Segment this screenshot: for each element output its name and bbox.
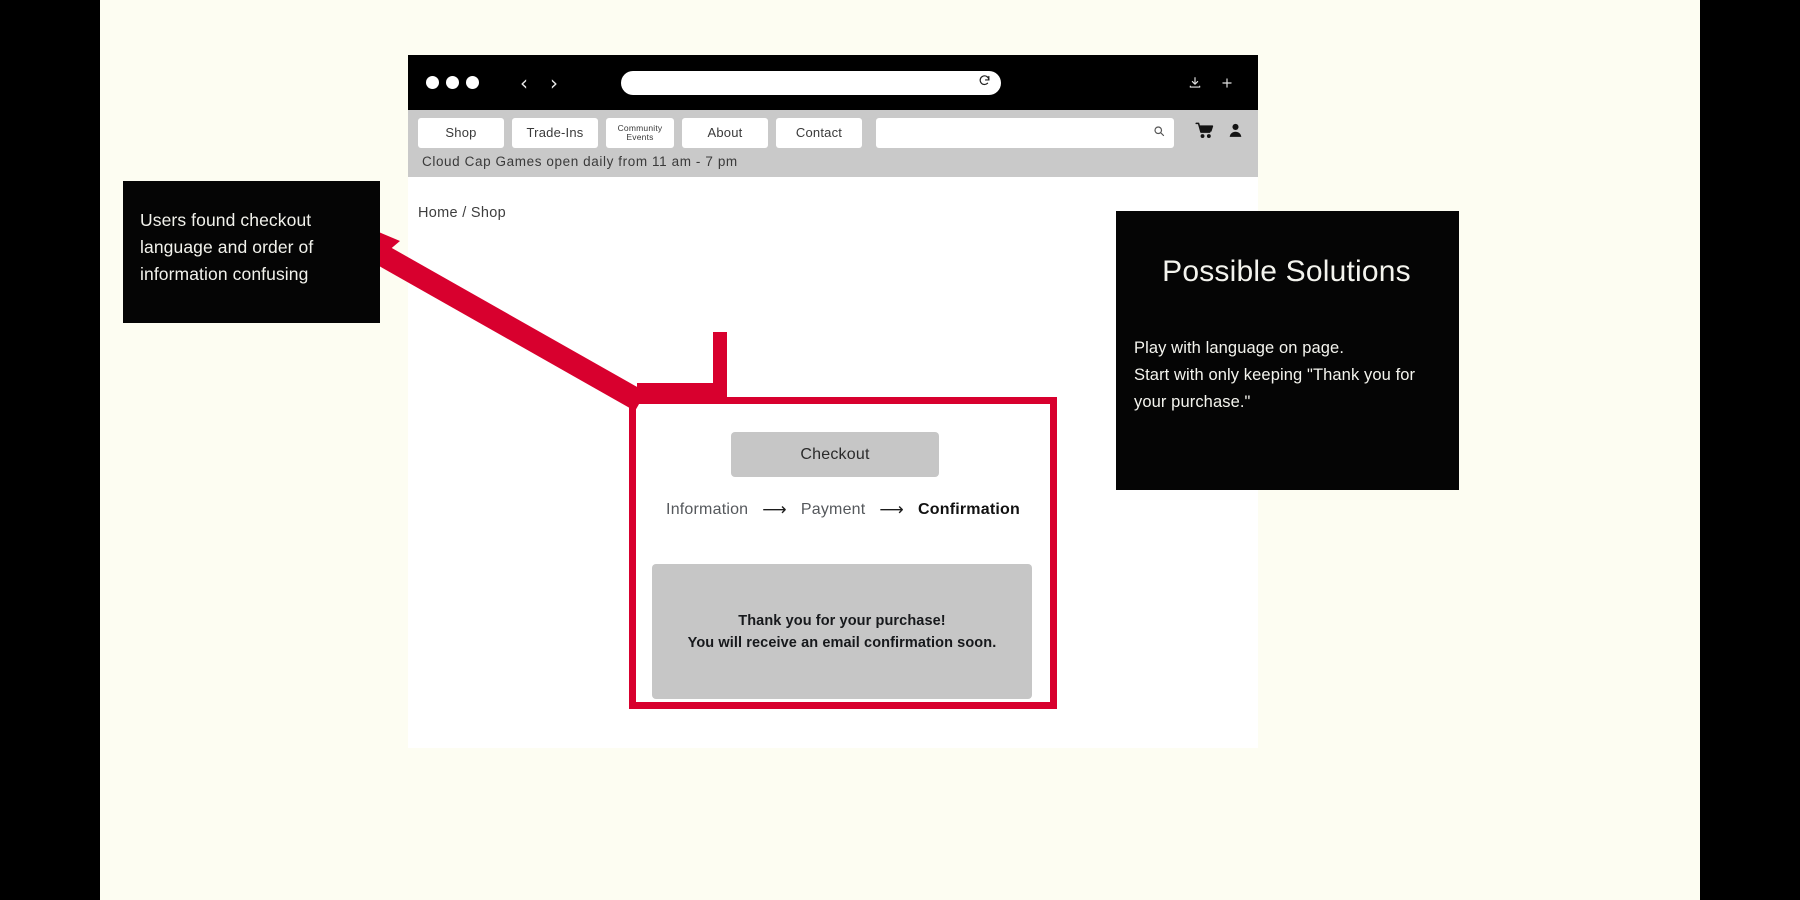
chrome-actions (1188, 75, 1240, 91)
nav-item-trade-ins[interactable]: Trade-Ins (512, 118, 598, 148)
insight-callout: Users found checkout language and order … (123, 181, 380, 323)
store-hours-banner: Cloud Cap Games open daily from 11 am - … (422, 154, 738, 169)
browser-chrome: ‹ › (408, 55, 1258, 110)
step-arrow-icon-2: ⟶ (879, 500, 904, 520)
window-controls[interactable] (426, 76, 479, 89)
window-dot-maximize[interactable] (466, 76, 479, 89)
cart-icon[interactable] (1194, 121, 1215, 145)
checkout-highlight-box: Checkout Information ⟶ Payment ⟶ Confirm… (629, 397, 1057, 709)
address-bar[interactable] (621, 70, 1001, 95)
checkout-button[interactable]: Checkout (731, 432, 939, 477)
solutions-title: Possible Solutions (1162, 255, 1411, 288)
window-dot-minimize[interactable] (446, 76, 459, 89)
solutions-body: Play with language on page. Start with o… (1134, 339, 1416, 412)
step-arrow-icon-1: ⟶ (762, 500, 787, 520)
nav-item-shop[interactable]: Shop (418, 118, 504, 148)
download-icon[interactable] (1188, 75, 1202, 91)
site-navigation: Shop Trade-Ins Community Events About Co… (408, 110, 1258, 177)
reload-icon[interactable] (978, 74, 991, 92)
slide-stage: ‹ › Shop Trade-Ins Community Events Abou… (100, 0, 1700, 900)
forward-button[interactable]: › (539, 73, 569, 93)
checkout-step-confirmation[interactable]: Confirmation (918, 501, 1020, 519)
possible-solutions-panel: Possible Solutions Play with language on… (1116, 211, 1459, 490)
breadcrumb[interactable]: Home / Shop (418, 205, 506, 221)
nav-row: Shop Trade-Ins Community Events About Co… (418, 118, 1248, 148)
plus-icon[interactable] (1220, 76, 1234, 90)
nav-item-community-events[interactable]: Community Events (606, 118, 674, 148)
confirmation-email-text: You will receive an email confirmation s… (687, 634, 997, 651)
checkout-step-information[interactable]: Information (666, 501, 748, 519)
nav-item-contact[interactable]: Contact (776, 118, 862, 148)
checkout-step-indicator: Information ⟶ Payment ⟶ Confirmation (636, 500, 1050, 520)
nav-icon-group (1182, 118, 1248, 148)
site-search-input[interactable] (876, 118, 1174, 148)
checkout-step-payment[interactable]: Payment (801, 501, 866, 519)
confirmation-thanks-text: Thank you for your purchase! (738, 612, 946, 629)
search-icon[interactable] (1153, 124, 1165, 142)
confirmation-panel: Thank you for your purchase! You will re… (652, 564, 1032, 699)
window-dot-close[interactable] (426, 76, 439, 89)
back-button[interactable]: ‹ (509, 73, 539, 93)
nav-item-about[interactable]: About (682, 118, 768, 148)
person-icon[interactable] (1227, 121, 1244, 145)
